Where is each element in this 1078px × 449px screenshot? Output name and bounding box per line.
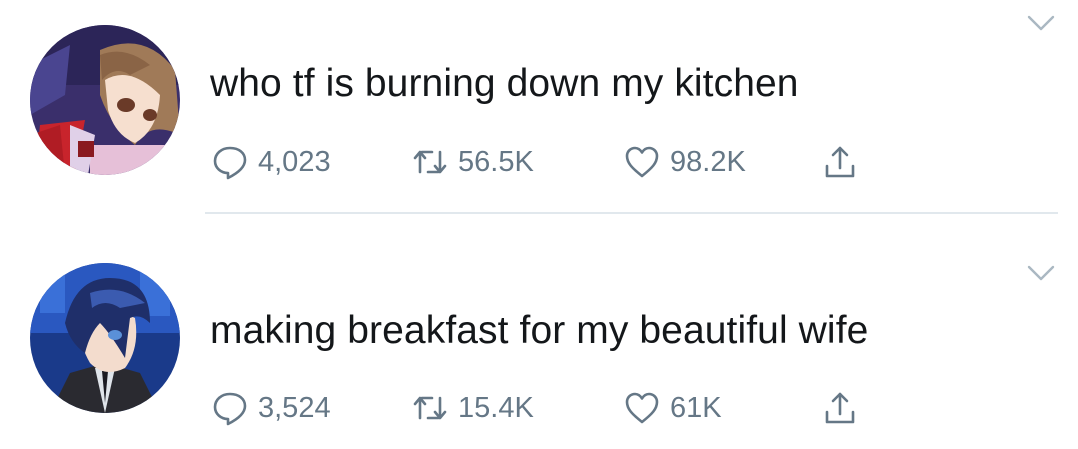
retweet-count: 15.4K <box>458 391 534 424</box>
like-count: 61K <box>670 391 722 424</box>
speech-bubble-icon <box>212 144 248 180</box>
tweet[interactable]: who tf is burning down my kitchen 4,023 … <box>0 0 1078 214</box>
share-button[interactable] <box>822 144 858 180</box>
share-upload-icon <box>822 144 858 180</box>
tweet-actions: 4,023 56.5K 98.2K <box>212 142 858 182</box>
speech-bubble-icon <box>212 390 248 426</box>
tweet-text: making breakfast for my beautiful wife <box>210 309 869 352</box>
retweet-count: 56.5K <box>458 145 534 178</box>
reply-button[interactable]: 4,023 <box>212 144 412 180</box>
like-count: 98.2K <box>670 145 746 178</box>
heart-icon <box>624 390 660 426</box>
avatar-boy-blue-hair <box>30 263 180 413</box>
like-button[interactable]: 98.2K <box>624 144 822 180</box>
retweet-arrows-icon <box>412 390 448 426</box>
heart-icon <box>624 144 660 180</box>
divider <box>205 212 1058 214</box>
retweet-arrows-icon <box>412 144 448 180</box>
share-upload-icon <box>822 390 858 426</box>
avatar[interactable] <box>30 25 180 175</box>
retweet-button[interactable]: 15.4K <box>412 390 624 426</box>
reply-count: 3,524 <box>258 391 331 424</box>
like-button[interactable]: 61K <box>624 390 822 426</box>
tweet-text: who tf is burning down my kitchen <box>210 62 799 105</box>
reply-button[interactable]: 3,524 <box>212 390 412 426</box>
avatar[interactable] <box>30 263 180 413</box>
tweet[interactable]: making breakfast for my beautiful wife 3… <box>0 238 1078 449</box>
avatar-girl-brown-hair <box>30 25 180 175</box>
chevron-down-icon[interactable] <box>1026 262 1056 284</box>
chevron-down-icon[interactable] <box>1026 12 1056 34</box>
retweet-button[interactable]: 56.5K <box>412 144 624 180</box>
tweet-actions: 3,524 15.4K 61K <box>212 388 858 428</box>
share-button[interactable] <box>822 390 858 426</box>
reply-count: 4,023 <box>258 145 331 178</box>
